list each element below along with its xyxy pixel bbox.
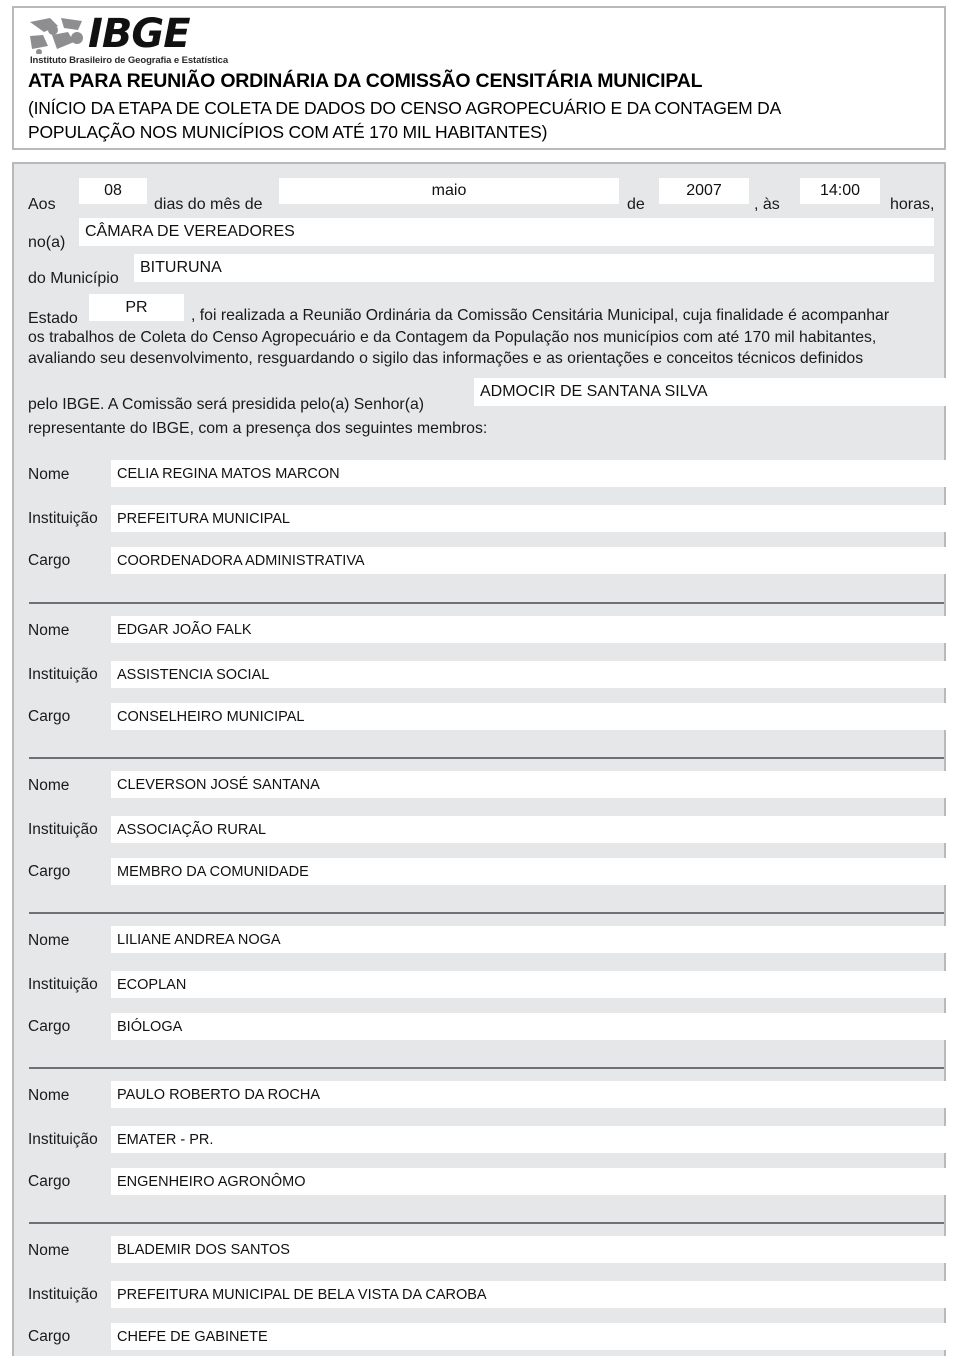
time-field[interactable]: 14:00 bbox=[800, 178, 880, 204]
member-instituicao-field[interactable]: ASSISTENCIA SOCIAL bbox=[111, 661, 956, 688]
label-pelo-ibge: pelo IBGE. A Comissão será presidida pel… bbox=[28, 396, 425, 413]
local-field[interactable]: CÂMARA DE VEREADORES bbox=[79, 218, 934, 246]
member-instituicao-field[interactable]: ASSOCIAÇÃO RURAL bbox=[111, 816, 956, 843]
member-nome-field[interactable]: EDGAR JOÃO FALK bbox=[111, 616, 956, 643]
member-instituicao-field[interactable]: EMATER - PR. bbox=[111, 1126, 956, 1153]
member-instituicao-field[interactable]: ECOPLAN bbox=[111, 971, 956, 998]
ibge-logo: IBGE Instituto Brasileiro de Geografia e… bbox=[28, 11, 328, 66]
month-field[interactable]: maio bbox=[279, 178, 619, 204]
label-as: , às bbox=[754, 196, 780, 213]
page-title: ATA PARA REUNIÃO ORDINÁRIA DA COMISSÃO C… bbox=[28, 70, 703, 92]
label-cargo: Cargo bbox=[28, 1328, 71, 1345]
year-field[interactable]: 2007 bbox=[659, 178, 749, 204]
page-subtitle: (INÍCIO DA ETAPA DE COLETA DE DADOS DO C… bbox=[28, 96, 933, 144]
member-cargo-field[interactable]: CHEFE DE GABINETE bbox=[111, 1323, 956, 1350]
label-nome: Nome bbox=[28, 622, 70, 639]
label-instituicao: Instituição bbox=[28, 666, 98, 683]
label-nome: Nome bbox=[28, 1087, 70, 1104]
member-cargo-field[interactable]: ENGENHEIRO AGRONÔMO bbox=[111, 1168, 956, 1195]
document-header: IBGE Instituto Brasileiro de Geografia e… bbox=[12, 6, 946, 150]
member-cargo-field[interactable]: COORDENADORA ADMINISTRATIVA bbox=[111, 547, 956, 574]
label-municipio: do Município bbox=[28, 270, 119, 287]
member-divider bbox=[29, 602, 944, 604]
day-field[interactable]: 08 bbox=[79, 178, 147, 204]
label-instituicao: Instituição bbox=[28, 1131, 98, 1148]
member-cargo-field[interactable]: MEMBRO DA COMUNIDADE bbox=[111, 858, 956, 885]
label-horas: horas, bbox=[890, 196, 935, 213]
label-nome: Nome bbox=[28, 932, 70, 949]
member-divider bbox=[29, 1067, 944, 1069]
member-nome-field[interactable]: BLADEMIR DOS SANTOS bbox=[111, 1236, 956, 1263]
paragraph-line-2: os trabalhos de Coleta do Censo Agropecu… bbox=[28, 328, 877, 346]
label-cargo: Cargo bbox=[28, 863, 71, 880]
member-cargo-field[interactable]: BIÓLOGA bbox=[111, 1013, 956, 1040]
ibge-globe-icon bbox=[30, 18, 83, 54]
member-nome-field[interactable]: CLEVERSON JOSÉ SANTANA bbox=[111, 771, 956, 798]
member-divider bbox=[29, 1222, 944, 1224]
member-instituicao-field[interactable]: PREFEITURA MUNICIPAL bbox=[111, 505, 956, 532]
label-cargo: Cargo bbox=[28, 1173, 71, 1190]
label-cargo: Cargo bbox=[28, 1018, 71, 1035]
ibge-wordmark: IBGE bbox=[88, 11, 191, 57]
label-representante: representante do IBGE, com a presença do… bbox=[28, 420, 488, 437]
municipio-field[interactable]: BITURUNA bbox=[134, 254, 934, 282]
form-area: Aos 08 dias do mês de maio de 2007 , às … bbox=[12, 162, 958, 1356]
label-cargo: Cargo bbox=[28, 708, 71, 725]
ibge-tagline: Instituto Brasileiro de Geografia e Esta… bbox=[30, 55, 229, 66]
label-nome: Nome bbox=[28, 777, 70, 794]
label-cargo: Cargo bbox=[28, 552, 71, 569]
member-nome-field[interactable]: LILIANE ANDREA NOGA bbox=[111, 926, 956, 953]
label-dias-do-mes: dias do mês de bbox=[154, 196, 263, 213]
member-divider bbox=[29, 757, 944, 759]
label-instituicao: Instituição bbox=[28, 821, 98, 838]
label-instituicao: Instituição bbox=[28, 510, 98, 527]
label-aos: Aos bbox=[28, 196, 56, 213]
label-instituicao: Instituição bbox=[28, 976, 98, 993]
label-nome: Nome bbox=[28, 1242, 70, 1259]
member-cargo-field[interactable]: CONSELHEIRO MUNICIPAL bbox=[111, 703, 956, 730]
member-divider bbox=[29, 912, 944, 914]
label-instituicao: Instituição bbox=[28, 1286, 98, 1303]
label-de: de bbox=[627, 196, 645, 213]
paragraph-line-1: , foi realizada a Reunião Ordinária da C… bbox=[191, 307, 890, 324]
member-nome-field[interactable]: CELIA REGINA MATOS MARCON bbox=[111, 460, 956, 487]
paragraph-line-3: avaliando seu desenvolvimento, resguarda… bbox=[28, 350, 864, 367]
member-instituicao-field[interactable]: PREFEITURA MUNICIPAL DE BELA VISTA DA CA… bbox=[111, 1281, 956, 1308]
page-subtitle-line-1: (INÍCIO DA ETAPA DE COLETA DE DADOS DO C… bbox=[28, 98, 782, 118]
document-page: { "header": { "logo_word": "IBGE", "logo… bbox=[0, 0, 960, 1362]
label-nome: Nome bbox=[28, 466, 70, 483]
label-noa: no(a) bbox=[28, 234, 66, 251]
page-subtitle-line-2: POPULAÇÃO NOS MUNICÍPIOS COM ATÉ 170 MIL… bbox=[28, 122, 548, 142]
president-field[interactable]: ADMOCIR DE SANTANA SILVA bbox=[474, 378, 958, 406]
member-nome-field[interactable]: PAULO ROBERTO DA ROCHA bbox=[111, 1081, 956, 1108]
intro-paragraph: , foi realizada a Reunião Ordinária da C… bbox=[28, 305, 934, 370]
